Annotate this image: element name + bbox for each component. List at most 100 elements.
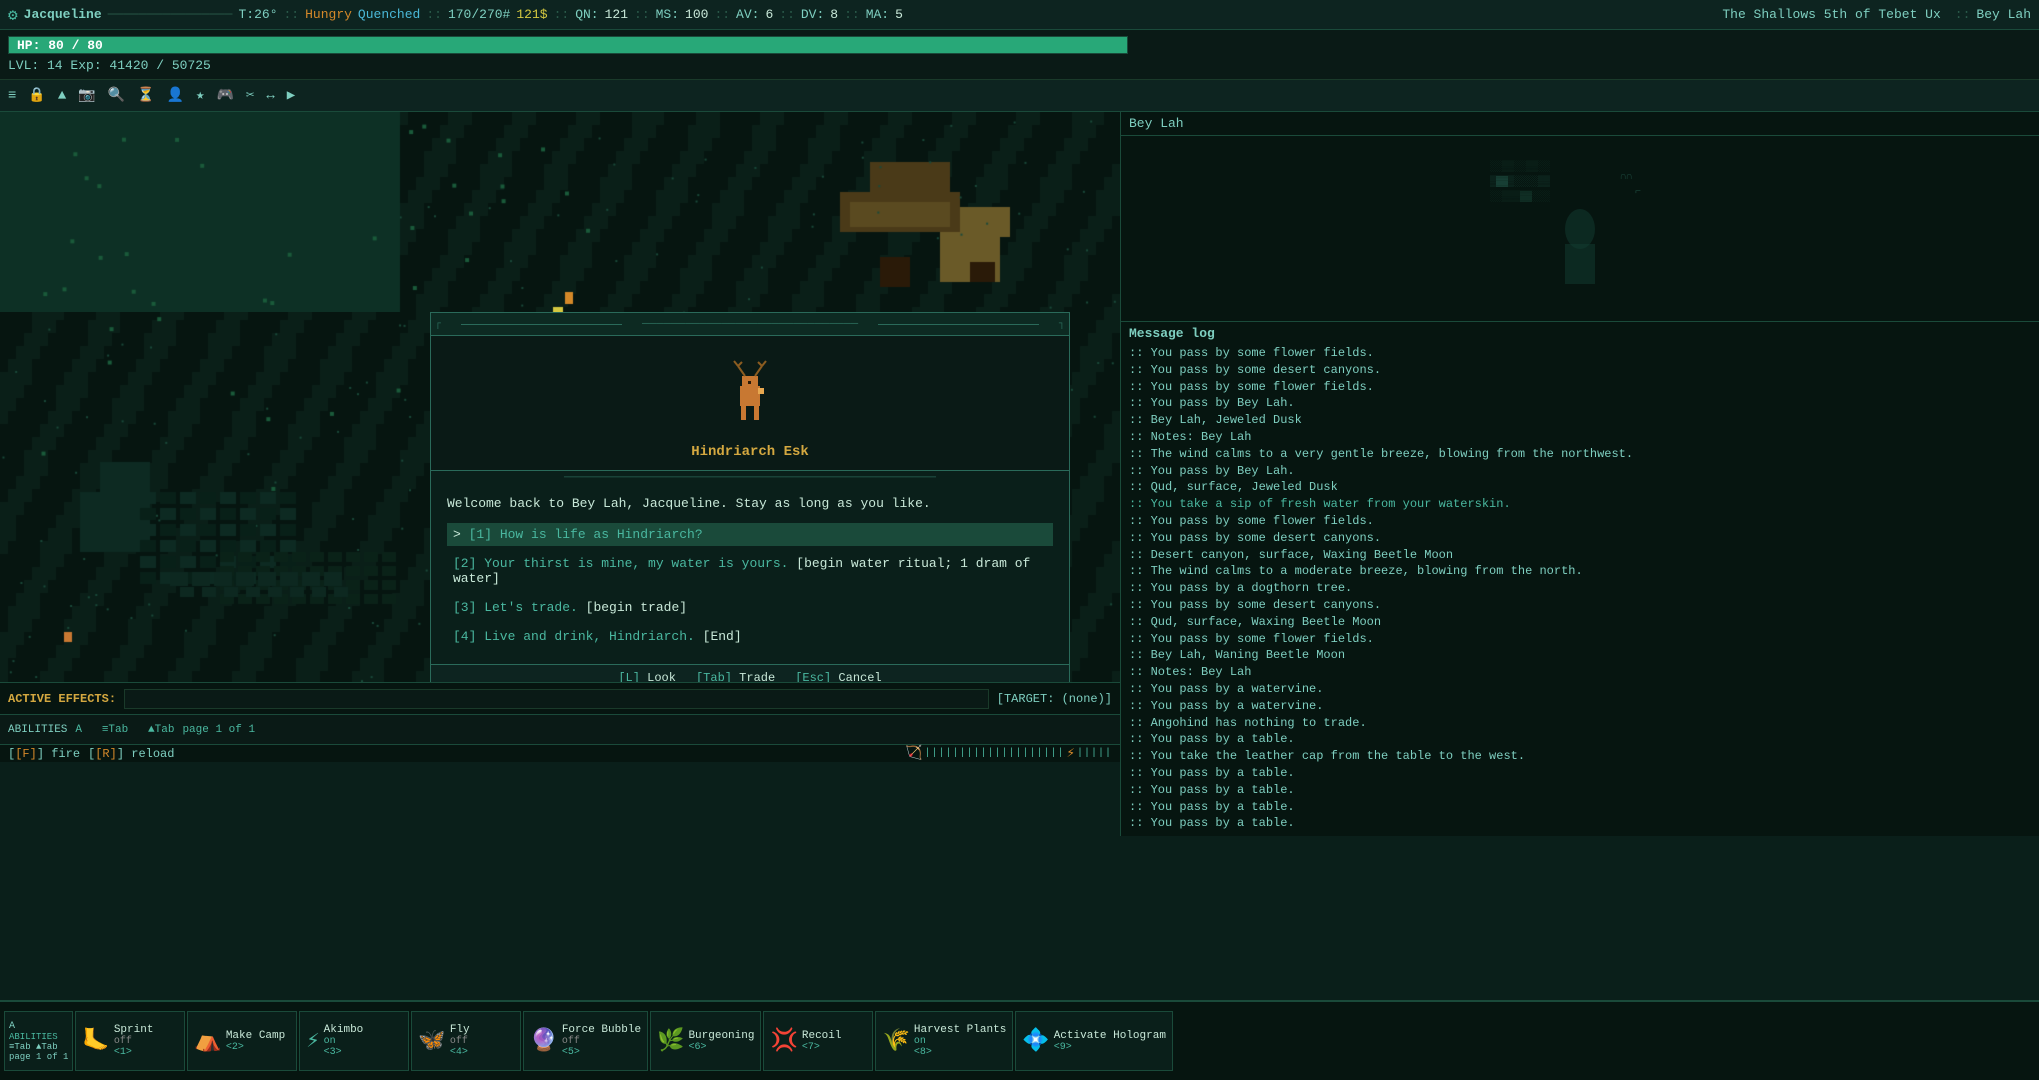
ammo-fill: |||||||||||||||||||| [925, 748, 1065, 759]
hotbar-item-activate-hologram[interactable]: 💠 Activate Hologram <9> [1015, 1011, 1173, 1071]
msg-line: :: The wind calms to a moderate breeze, … [1129, 563, 2031, 580]
message-log: Message log :: You pass by some flower f… [1120, 322, 2039, 836]
dv-value: 8 [830, 7, 838, 22]
effects-area [124, 689, 989, 709]
lvl-text: LVL: 14 [8, 58, 63, 73]
npc-art-svg [720, 356, 780, 426]
message-lines: :: You pass by some flower fields.:: You… [1129, 345, 2031, 832]
msg-line: :: Angohind has nothing to trade. [1129, 715, 2031, 732]
hotbar-item-sprint[interactable]: 🦶 Sprint off <1> [75, 1011, 185, 1071]
ma-value: 5 [895, 7, 903, 22]
toolbar: ≡ 🔒 ▲ 📷 🔍 ⏳ 👤 ★ 🎮 ✂ ↔ ▶ [0, 80, 2039, 112]
msg-line: :: You pass by some desert canyons. [1129, 597, 2031, 614]
active-effects-label: ACTIVE EFFECTS: [8, 692, 116, 706]
msg-line: :: You pass by some flower fields. [1129, 379, 2031, 396]
dialog-option-1[interactable]: > [1] How is life as Hindriarch? [447, 523, 1053, 546]
ammo-bar: 🏹 |||||||||||||||||||| ⚡ ||||| [905, 745, 1112, 762]
msg-line: :: Qud, surface, Waxing Beetle Moon [1129, 614, 2031, 631]
dialog-option-2[interactable]: [2] Your thirst is mine, my water is you… [447, 552, 1053, 590]
hotbar-name-1: Make Camp [226, 1030, 285, 1042]
hotbar-item-fly[interactable]: 🦋 Fly off <4> [411, 1011, 521, 1071]
msg-line: :: Bey Lah, Jeweled Dusk [1129, 412, 2031, 429]
page-wrapper: ⚙ Jacqueline ──────────────── T:26° :: H… [0, 0, 2039, 1080]
hotbar-status-3: off [450, 1036, 470, 1047]
hotbar: A ABILITIES ≡Tab ▲Tab page 1 of 1 🦶 Spri… [0, 1000, 2039, 1080]
npc-name: Hindriarch Esk [691, 444, 809, 460]
stats-bar: HP: 80 / 80 LVL: 14 Exp: 41420 / 50725 [0, 30, 2039, 80]
abilities-bar: ABILITIES A ≡Tab ▲Tab page 1 of 1 [0, 714, 1120, 744]
play-icon[interactable]: ▶ [283, 85, 299, 106]
scissors-icon[interactable]: ✂ [242, 85, 258, 106]
timer-icon[interactable]: ⏳ [133, 85, 158, 106]
hotbar-item-burgeoning[interactable]: 🌿 Burgeoning <6> [650, 1011, 761, 1071]
dialog-option-3[interactable]: [3] Let's trade. [begin trade] [447, 596, 1053, 619]
hp-text: HP: 80 / 80 [17, 38, 103, 53]
fire-reload-area: [[F]] fire [[R]] reload 🏹 ||||||||||||||… [0, 744, 1120, 762]
dialog-options: > [1] How is life as Hindriarch? [2] You… [447, 523, 1053, 648]
ammo-fill2: ||||| [1077, 748, 1112, 759]
npc-area: Hindriarch Esk [431, 336, 1069, 470]
exp-val: Exp: 41420 / 50725 [70, 58, 210, 73]
hotbar-status-2: on [324, 1036, 364, 1047]
hotbar-status-7: on [914, 1036, 1006, 1047]
dialog-overlay: ┌ ────────────────────────────── ┐ [430, 312, 1070, 682]
gamepad-icon[interactable]: 🎮 [212, 85, 237, 106]
search-icon[interactable]: 🔍 [104, 85, 129, 106]
hotbar-item-make-camp[interactable]: ⛺ Make Camp <2> [187, 1011, 297, 1071]
hotbar-key-2: <3> [324, 1047, 364, 1058]
hotbar-status-0: off [114, 1036, 154, 1047]
dialog-footer: [L] Look [Tab] Trade [Esc] Cancel [431, 664, 1069, 682]
hotbar-name-5: Burgeoning [688, 1030, 754, 1042]
av-label: AV: [736, 7, 759, 22]
message-log-header: Message log [1129, 326, 2031, 341]
svg-text:░░▒▒▒▓▓░░░: ░░▒▒▒▓▓░░░ [1490, 190, 1550, 203]
hotbar-name-4: Force Bubble [562, 1024, 641, 1036]
reload-label-container: [[R]] reload [88, 747, 174, 761]
hotbar-key-3: <4> [450, 1047, 470, 1058]
active-effects-bar: ACTIVE EFFECTS: [TARGET: (none)] [0, 682, 1120, 714]
alert-icon[interactable]: ▲ [54, 86, 70, 106]
hotbar-key-5: <6> [688, 1042, 754, 1053]
msg-line: :: You take a sip of fresh water from yo… [1129, 496, 2031, 513]
dialog-corner-tr: ┐ [1059, 319, 1065, 330]
svg-text:░░▒▒░░▒▒░░: ░░▒▒░░▒▒░░ [1490, 160, 1550, 173]
hotbar-item-akimbo[interactable]: ⚡ Akimbo on <3> [299, 1011, 409, 1071]
hotbar-key-4: <5> [562, 1047, 641, 1058]
game-map: ┌ ────────────────────────────── ┐ [0, 112, 1120, 682]
dialog-btn-trade[interactable]: [Tab] Trade [696, 671, 775, 682]
ms-label: MS: [656, 7, 679, 22]
hotbar-name-2: Akimbo [324, 1024, 364, 1036]
fire-label-container: [[F]] fire [8, 747, 80, 761]
msg-line: :: Notes: Bey Lah [1129, 429, 2031, 446]
star-icon[interactable]: ★ [192, 85, 208, 106]
player-profile-icon[interactable]: 👤 [163, 85, 188, 106]
msg-line: :: You pass by a table. [1129, 799, 2031, 816]
msg-line: :: Bey Lah, Waning Beetle Moon [1129, 647, 2031, 664]
menu-icon[interactable]: ≡ [4, 86, 20, 106]
dv-label: DV: [801, 7, 824, 22]
arrows-icon[interactable]: ↔ [262, 86, 278, 106]
camera-icon[interactable]: 📷 [74, 85, 99, 106]
hotbar-item-force-bubble[interactable]: 🔮 Force Bubble off <5> [523, 1011, 648, 1071]
right-column: Bey Lah ░░▒▒░░▒▒░░ ▒▓▓▒░░░░▒▒ ░░▒▒▒▓▓░░░ [1120, 112, 2039, 836]
reload-key: [R] [95, 747, 117, 761]
dialog-btn-cancel[interactable]: [Esc] Cancel [795, 671, 881, 682]
hotbar-item-harvest-plants[interactable]: 🌾 Harvest Plants on <8> [875, 1011, 1013, 1071]
page-info: page 1 of 1 [182, 724, 255, 736]
dialog-option-4[interactable]: [4] Live and drink, Hindriarch. [End] [447, 625, 1053, 648]
msg-line: :: You pass by some desert canyons. [1129, 362, 2031, 379]
abilities-hotbar-section: A ABILITIES ≡Tab ▲Tab page 1 of 1 [4, 1011, 73, 1071]
char-portrait-area: ░░▒▒░░▒▒░░ ▒▓▓▒░░░░▒▒ ░░▒▒▒▓▓░░░ ∩∩ ⌐ [1121, 136, 2039, 321]
hotbar-item-recoil[interactable]: 💢 Recoil <7> [763, 1011, 873, 1071]
fire-key: [F] [15, 747, 37, 761]
qn-label: QN: [575, 7, 598, 22]
left-column: ┌ ────────────────────────────── ┐ [0, 112, 1120, 836]
msg-line: :: You pass by some flower fields. [1129, 631, 2031, 648]
dialog-btn-look[interactable]: [L] Look [618, 671, 676, 682]
lock-icon[interactable]: 🔒 [24, 85, 49, 106]
msg-line: :: You pass by a dogthorn tree. [1129, 580, 2031, 597]
hotbar-key-0: <1> [114, 1047, 154, 1058]
hotbar-key-8: <9> [1054, 1042, 1166, 1053]
ammo-icon: 🏹 [905, 745, 922, 762]
hotbar-icon-1: ⛺ [194, 1028, 221, 1054]
